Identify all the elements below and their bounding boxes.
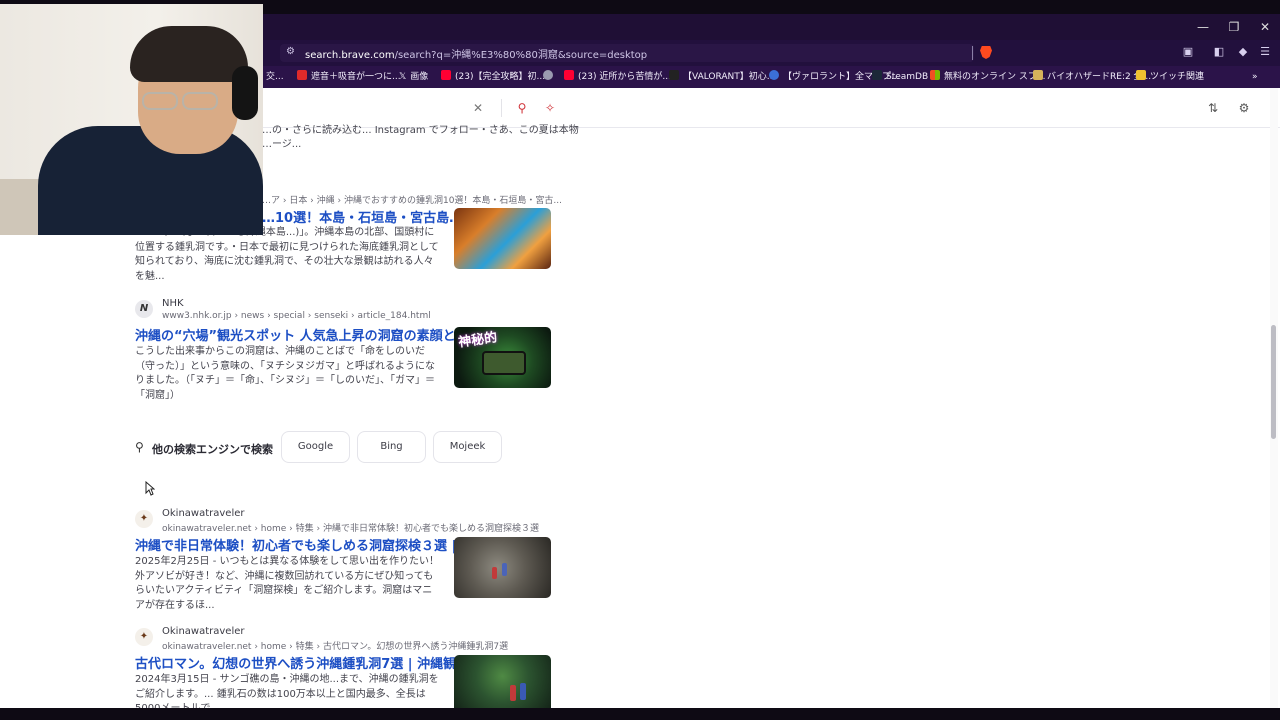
bookmark-favicon-icon — [669, 70, 679, 80]
search-icon[interactable]: ⚲ — [515, 101, 529, 115]
globe-icon — [543, 70, 553, 80]
webcam-headphones — [232, 66, 258, 120]
okinawatraveler-favicon-icon: ✦ — [135, 628, 153, 646]
wallet-icon[interactable]: ◆ — [1236, 45, 1250, 59]
result-title-link[interactable]: 沖縄で非日常体験！初心者でも楽しめる洞窟探検３選 |… — [135, 535, 469, 554]
webcam-glasses — [182, 92, 218, 110]
ai-answer-icon[interactable]: ✧ — [543, 101, 557, 115]
other-engines-label: 他の検索エンジンで検索 — [152, 443, 273, 456]
bookmark-favicon-icon — [297, 70, 307, 80]
sort-options-icon[interactable]: ⇅ — [1206, 101, 1220, 115]
result-thumbnail[interactable] — [454, 537, 551, 598]
clear-search-icon[interactable]: ✕ — [471, 101, 485, 115]
result-description: …の・さらに読み込む... Instagram でフォロー・さあ、この夏は本物 — [262, 125, 579, 136]
phone-image — [482, 351, 526, 375]
result-description: …ージ... — [262, 139, 302, 150]
thumbnail-caption: 神秘的 — [457, 330, 499, 351]
window-bottom-strip — [0, 708, 1280, 720]
bookmark-item[interactable] — [543, 70, 557, 84]
result-title-link[interactable]: …10選！本島・石垣島・宮古島… — [262, 207, 462, 226]
maximize-button[interactable]: ❐ — [1219, 16, 1249, 38]
result-breadcrumb[interactable]: …ア › 日本 › 沖縄 › 沖縄でおすすめの鍾乳洞10選！本島・石垣島・宮古.… — [262, 193, 562, 206]
screenshot-icon[interactable]: ▣ — [1181, 45, 1195, 59]
sidebar-toggle-icon[interactable]: ◧ — [1212, 45, 1226, 59]
result-thumbnail[interactable] — [454, 655, 551, 708]
mojeek-button[interactable]: Mojeek — [433, 431, 502, 463]
result-description: こうした出来事からこの洞窟は、沖縄のことばで「命をしのいだ（守った）」という意味… — [135, 346, 435, 401]
bookmark-folder[interactable]: ツイッチ関連 — [1136, 70, 1204, 84]
result-site-name[interactable]: Okinawatraveler — [162, 626, 245, 637]
bookmark-item[interactable]: (23) 近所から苦情が... — [564, 70, 671, 84]
minimize-button[interactable]: — — [1188, 16, 1218, 38]
result-site-name[interactable]: Okinawatraveler — [162, 508, 245, 519]
nhk-favicon-icon: N — [135, 300, 153, 318]
url-path: /search?q=沖縄%E3%80%80洞窟&source=desktop — [394, 50, 648, 61]
steam-icon — [872, 70, 882, 80]
result-breadcrumb[interactable]: www3.nhk.or.jp › news › special › sensek… — [162, 311, 431, 321]
search-icon: ⚲ — [135, 440, 144, 454]
person-figure — [510, 685, 516, 701]
webcam-glasses — [142, 92, 178, 110]
bookmark-favicon-icon — [769, 70, 779, 80]
result-thumbnail[interactable]: 神秘的 — [454, 327, 551, 388]
result-breadcrumb[interactable]: okinawatraveler.net › home › 特集 › 古代ロマン。… — [162, 639, 508, 652]
bookmark-favicon-icon — [1033, 70, 1043, 80]
youtube-icon — [441, 70, 451, 80]
folder-icon — [1136, 70, 1146, 80]
bookmark-item[interactable]: (23)【完全攻略】初... — [441, 70, 545, 84]
result-title-link[interactable]: 沖縄の“穴場”観光スポット 人気急上昇の洞窟の素顔と… — [135, 325, 469, 344]
person-figure — [520, 683, 526, 700]
webcam-person-hair — [130, 26, 248, 82]
result-thumbnail[interactable] — [454, 208, 551, 269]
microsoft-icon — [930, 70, 940, 80]
person-figure — [502, 563, 507, 576]
okinawatraveler-favicon-icon: ✦ — [135, 510, 153, 528]
address-separator — [972, 46, 973, 60]
result-description: 2025年2月25日 - いつもとは異なる体験をして思い出を作りたい！外アソビが… — [135, 556, 440, 611]
x-logo-icon: 𝕏 — [399, 72, 407, 82]
bookmark-item[interactable]: 𝕏 画像 — [399, 70, 428, 84]
result-breadcrumb[interactable]: okinawatraveler.net › home › 特集 › 沖縄で非日常… — [162, 521, 539, 534]
site-info-icon[interactable]: ⚙ — [286, 46, 298, 58]
youtube-icon — [564, 70, 574, 80]
result-site-name[interactable]: NHK — [162, 298, 184, 309]
search-divider — [501, 99, 502, 117]
bookmark-item[interactable]: 遮音＋吸音が一つに... — [297, 70, 401, 84]
settings-gear-icon[interactable]: ⚙ — [1237, 101, 1251, 115]
scrollbar-thumb[interactable] — [1271, 325, 1276, 439]
bookmark-item[interactable]: バイオハザードRE:2 全... — [1033, 70, 1151, 84]
url-text[interactable]: search.brave.com/search?q=沖縄%E3%80%80洞窟&… — [305, 46, 647, 61]
bookmark-item[interactable]: 無料のオンライン スプ... — [930, 70, 1045, 84]
url-host: search.brave.com — [305, 50, 395, 61]
bing-button[interactable]: Bing — [357, 431, 426, 463]
person-figure — [492, 567, 497, 579]
result-title-link[interactable]: 古代ロマン。幻想の世界へ誘う沖縄鍾乳洞7選 | 沖縄観… — [135, 653, 469, 672]
close-window-button[interactable]: ✕ — [1250, 16, 1280, 38]
google-button[interactable]: Google — [281, 431, 350, 463]
webcam-overlay — [0, 4, 263, 235]
mouse-cursor-icon — [145, 481, 155, 496]
bookmark-item[interactable]: SteamDB — [872, 70, 928, 84]
bookmark-item[interactable]: 交... — [266, 70, 284, 84]
menu-icon[interactable]: ☰ — [1258, 45, 1272, 59]
more-bookmarks-icon[interactable]: » — [1252, 70, 1258, 84]
bookmark-item[interactable]: 【VALORANT】初心... — [669, 70, 775, 84]
